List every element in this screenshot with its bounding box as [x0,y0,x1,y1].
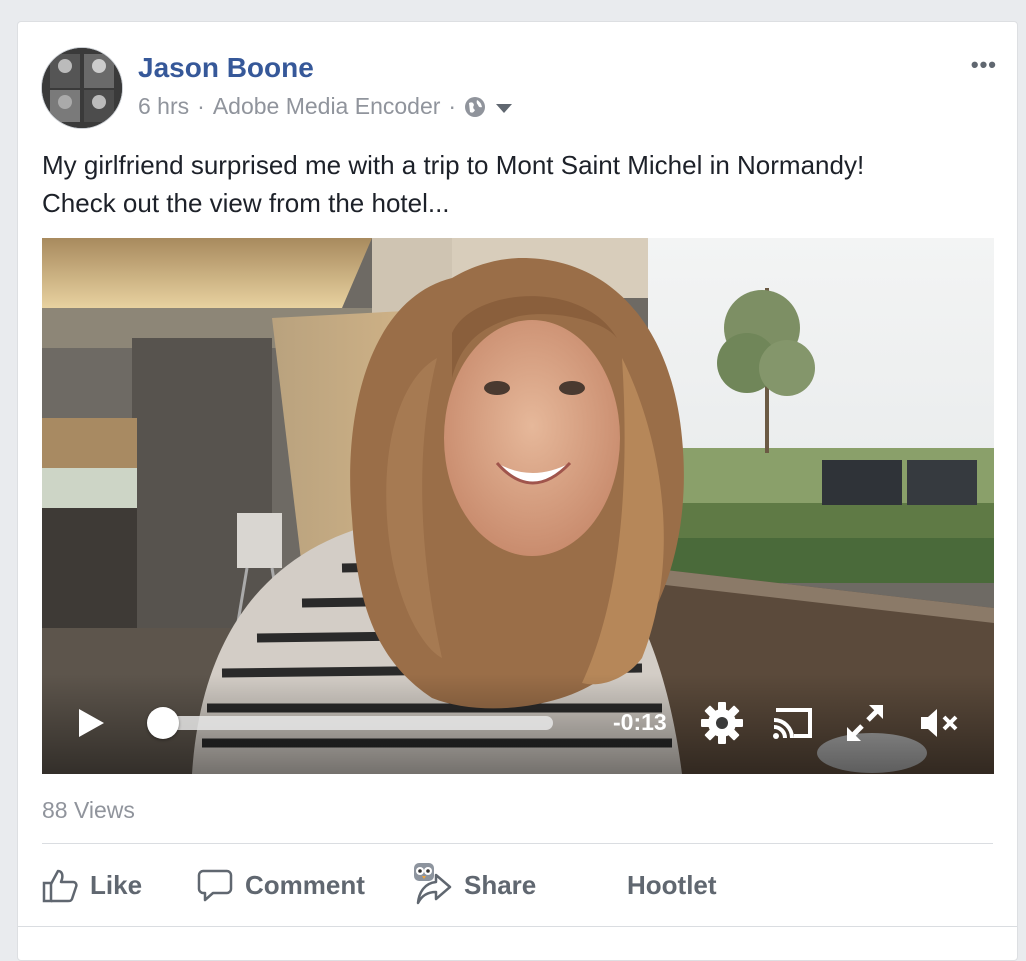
post-text-line: Check out the view from the hotel... [42,188,450,218]
video-controls: -0:13 [42,674,994,774]
video-player[interactable]: -0:13 [42,238,994,774]
comment-icon [197,869,233,902]
globe-icon[interactable] [464,96,486,118]
share-label: Share [464,869,537,900]
like-button[interactable]: Like [42,860,142,910]
post-text: My girlfriend surprised me with a trip t… [42,146,992,222]
divider [18,926,1017,927]
post-text-line: My girlfriend surprised me with a trip t… [42,150,865,180]
author-name[interactable]: Jason Boone [138,52,314,84]
seek-handle[interactable] [147,707,179,739]
avatar[interactable] [41,47,123,129]
like-label: Like [90,869,143,900]
comment-label: Comment [245,869,365,900]
chevron-down-icon[interactable] [496,103,513,113]
post-age[interactable]: 6 hrs [138,93,189,120]
play-icon[interactable] [76,707,106,739]
cast-icon[interactable] [770,700,816,746]
avatar-image [42,48,122,128]
share-icon-group [412,863,452,907]
share-icon [416,873,452,905]
remaining-time: -0:13 [613,709,667,735]
share-button[interactable]: Share [412,860,536,910]
post-source[interactable]: Adobe Media Encoder [213,93,441,120]
action-bar: Like Comment Share Hootlet [42,860,993,910]
seek-bar[interactable] [147,707,553,739]
fullscreen-icon[interactable] [842,700,888,746]
mute-icon[interactable] [917,700,963,746]
post-meta: 6 hrs · Adobe Media Encoder · [138,93,513,120]
comment-button[interactable]: Comment [197,860,365,910]
view-count[interactable]: 88 Views [42,797,135,824]
like-icon [42,869,78,903]
gear-icon[interactable] [699,700,745,746]
more-icon[interactable]: ••• [971,52,997,78]
post-card: Jason Boone 6 hrs · Adobe Media Encoder … [17,21,1018,961]
divider [42,843,993,844]
meta-separator: · [448,93,457,119]
hootlet-label: Hootlet [627,869,717,900]
meta-separator: · [197,93,205,119]
hootlet-button[interactable]: Hootlet [627,860,717,910]
